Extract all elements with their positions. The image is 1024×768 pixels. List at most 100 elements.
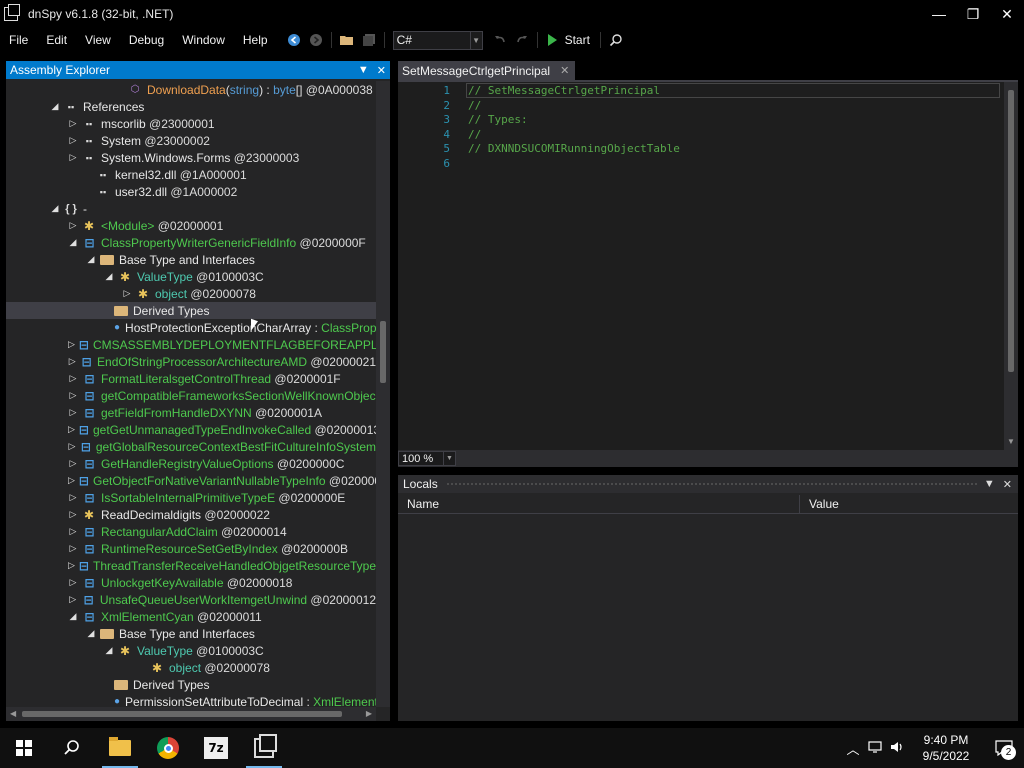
expand-arrow-icon[interactable]: ▷ bbox=[68, 220, 78, 231]
network-icon[interactable] bbox=[864, 740, 886, 757]
tree-node[interactable]: ▷ ⊟ EndOfStringProcessorArchitectureAMD @0… bbox=[6, 353, 376, 370]
navigate-back-icon[interactable] bbox=[283, 29, 305, 51]
code-line[interactable]: // Types: bbox=[468, 113, 528, 127]
expand-arrow-icon[interactable]: ▷ bbox=[68, 509, 78, 520]
tree-node[interactable]: ▪▪ kernel32.dll @1A000001 bbox=[6, 166, 376, 183]
tree-node[interactable]: ▷ ⊟ GetObjectForNativeVariantNullableTypeI… bbox=[6, 472, 376, 489]
maximize-button[interactable]: ❐ bbox=[956, 0, 990, 28]
tree-node[interactable]: ▷ ⊟ FormatLiteralsgetControlThread @020000… bbox=[6, 370, 376, 387]
tree-node[interactable]: ◢ ✱ ValueType @0100003C bbox=[6, 268, 376, 285]
volume-icon[interactable] bbox=[886, 740, 908, 757]
menu-help[interactable]: Help bbox=[234, 28, 277, 52]
code-line[interactable]: // SetMessageCtrlgetPrincipal bbox=[468, 84, 660, 98]
drag-grip[interactable] bbox=[446, 482, 978, 486]
assembly-tree[interactable]: ⬡ DownloadData(string) : byte[] @0A000038… bbox=[6, 81, 376, 707]
open-folder-icon[interactable] bbox=[336, 29, 358, 51]
expand-arrow-icon[interactable]: ▷ bbox=[68, 577, 78, 588]
code-line[interactable]: // DXNNDSUCOMIRunningObjectTable bbox=[468, 142, 680, 156]
collapse-arrow-icon[interactable]: ◢ bbox=[68, 611, 78, 622]
tree-node[interactable]: ▷ ⊟ UnsafeQueueUserWorkItemgetUnwind @0200… bbox=[6, 591, 376, 608]
tree-node[interactable]: ▷ ⊟ RectangularAddClaim @02000014 bbox=[6, 523, 376, 540]
redo-icon[interactable] bbox=[511, 29, 533, 51]
file-explorer-taskbar[interactable] bbox=[96, 728, 144, 768]
expand-arrow-icon[interactable]: ▷ bbox=[122, 288, 132, 299]
system-clock[interactable]: 9:40 PM 9/5/2022 bbox=[908, 732, 984, 764]
tree-node[interactable]: ⬡ DownloadData(string) : byte[] @0A000038 bbox=[6, 81, 376, 98]
column-name[interactable]: Name bbox=[398, 495, 800, 514]
tree-node[interactable]: ▪▪ user32.dll @1A000002 bbox=[6, 183, 376, 200]
expand-arrow-icon[interactable]: ▷ bbox=[68, 339, 75, 350]
scrollbar-thumb[interactable] bbox=[22, 711, 342, 717]
collapse-arrow-icon[interactable]: ◢ bbox=[86, 254, 96, 265]
save-all-icon[interactable] bbox=[358, 29, 380, 51]
search-icon[interactable] bbox=[605, 29, 627, 51]
collapse-arrow-icon[interactable]: ◢ bbox=[50, 203, 60, 214]
tree-node[interactable]: ● PermissionSetAttributeToDecimal : XmlEl… bbox=[6, 693, 376, 708]
tree-node[interactable]: ▷ ✱ object @02000078 bbox=[6, 285, 376, 302]
menu-view[interactable]: View bbox=[76, 28, 120, 52]
tree-vertical-scrollbar[interactable] bbox=[376, 81, 390, 707]
code-line[interactable]: // bbox=[468, 128, 481, 142]
language-select[interactable]: C# ▼ bbox=[392, 30, 483, 50]
tree-node[interactable]: ▷ ⊟ CMSASSEMBLYDEPLOYMENTFLAGBEFOREAPPLICA bbox=[6, 336, 376, 353]
tree-node[interactable]: ◢ { } - bbox=[6, 200, 376, 217]
code-line[interactable]: // bbox=[468, 99, 481, 113]
close-button[interactable]: ✕ bbox=[990, 0, 1024, 28]
scrollbar-thumb[interactable] bbox=[1008, 90, 1014, 372]
dnspy-taskbar[interactable] bbox=[240, 728, 288, 768]
undo-icon[interactable] bbox=[489, 29, 511, 51]
tab-close-icon[interactable]: ✕ bbox=[560, 64, 569, 77]
tree-node[interactable]: ▷ ⊟ UnlockgetKeyAvailable @02000018 bbox=[6, 574, 376, 591]
expand-arrow-icon[interactable]: ▷ bbox=[68, 526, 78, 537]
tree-node[interactable]: ✱ object @02000078 bbox=[6, 659, 376, 676]
tree-node[interactable]: ◢ Base Type and Interfaces bbox=[6, 625, 376, 642]
tree-node[interactable]: ● HostProtectionExceptionCharArray : Clas… bbox=[6, 319, 376, 336]
tree-horizontal-scrollbar[interactable]: ◀ ▶ bbox=[6, 707, 376, 721]
collapse-arrow-icon[interactable]: ◢ bbox=[104, 271, 114, 282]
tree-node[interactable]: ▷ ⊟ IsSortableInternalPrimitiveTypeE @0200… bbox=[6, 489, 376, 506]
menu-window[interactable]: Window bbox=[173, 28, 234, 52]
expand-arrow-icon[interactable]: ▷ bbox=[68, 441, 76, 452]
expand-arrow-icon[interactable]: ▷ bbox=[68, 407, 78, 418]
expand-arrow-icon[interactable]: ▷ bbox=[68, 543, 78, 554]
menu-debug[interactable]: Debug bbox=[120, 28, 173, 52]
tree-node[interactable]: ▷ ⊟ getGlobalResourceContextBestFitCulture… bbox=[6, 438, 376, 455]
expand-arrow-icon[interactable]: ▷ bbox=[68, 475, 75, 486]
tree-node[interactable]: ▷ ⊟ RuntimeResourceSetGetByIndex @0200000B bbox=[6, 540, 376, 557]
menu-file[interactable]: File bbox=[0, 28, 37, 52]
tree-node[interactable]: ◢ Base Type and Interfaces bbox=[6, 251, 376, 268]
column-value[interactable]: Value bbox=[800, 495, 839, 514]
scroll-right-icon[interactable]: ▶ bbox=[366, 709, 372, 718]
tree-node[interactable]: ◢ ⊟ ClassPropertyWriterGenericFieldInfo @0… bbox=[6, 234, 376, 251]
expand-arrow-icon[interactable]: ▷ bbox=[68, 594, 78, 605]
expand-arrow-icon[interactable]: ▷ bbox=[68, 424, 75, 435]
collapse-arrow-icon[interactable]: ◢ bbox=[68, 237, 78, 248]
panel-options-icon[interactable]: ▼ bbox=[358, 64, 369, 76]
tree-node[interactable]: ▷ ⊟ getFieldFromHandleDXYNN @0200001A bbox=[6, 404, 376, 421]
tree-node[interactable]: Derived Types bbox=[6, 302, 376, 319]
tree-node[interactable]: ◢ ✱ ValueType @0100003C bbox=[6, 642, 376, 659]
expand-arrow-icon[interactable]: ▷ bbox=[68, 356, 76, 367]
tree-node[interactable]: ▷ ⊟ getCompatibleFrameworksSectionWellKnow… bbox=[6, 387, 376, 404]
tree-node[interactable]: ▷ ✱ <Module> @02000001 bbox=[6, 217, 376, 234]
tree-node[interactable]: ▷ ⊟ getGetUnmanagedTypeEndInvokeCalled @02… bbox=[6, 421, 376, 438]
expand-arrow-icon[interactable]: ▷ bbox=[68, 390, 78, 401]
zoom-select[interactable]: 100 % ▼ bbox=[398, 451, 456, 466]
expand-arrow-icon[interactable]: ▷ bbox=[68, 458, 78, 469]
tree-node[interactable]: ▷ ▪▪ mscorlib @23000001 bbox=[6, 115, 376, 132]
start-menu-button[interactable] bbox=[0, 728, 48, 768]
tree-node[interactable]: ▷ ▪▪ System @23000002 bbox=[6, 132, 376, 149]
tree-node[interactable]: ▷ ⊟ ThreadTransferReceiveHandledObjgetReso… bbox=[6, 557, 376, 574]
collapse-arrow-icon[interactable]: ◢ bbox=[50, 101, 60, 112]
sevenzip-taskbar[interactable]: 7z bbox=[192, 728, 240, 768]
tree-node[interactable]: Derived Types bbox=[6, 676, 376, 693]
expand-arrow-icon[interactable]: ▷ bbox=[68, 135, 78, 146]
start-debugging-button[interactable]: Start bbox=[542, 29, 596, 51]
panel-close-icon[interactable]: ✕ bbox=[1003, 478, 1012, 491]
chrome-taskbar[interactable] bbox=[144, 728, 192, 768]
expand-arrow-icon[interactable]: ▷ bbox=[68, 118, 78, 129]
tree-node[interactable]: ▷ ✱ ReadDecimaldigits @02000022 bbox=[6, 506, 376, 523]
scroll-down-icon[interactable]: ▼ bbox=[1007, 437, 1015, 446]
expand-arrow-icon[interactable]: ▷ bbox=[68, 492, 78, 503]
collapse-arrow-icon[interactable]: ◢ bbox=[86, 628, 96, 639]
